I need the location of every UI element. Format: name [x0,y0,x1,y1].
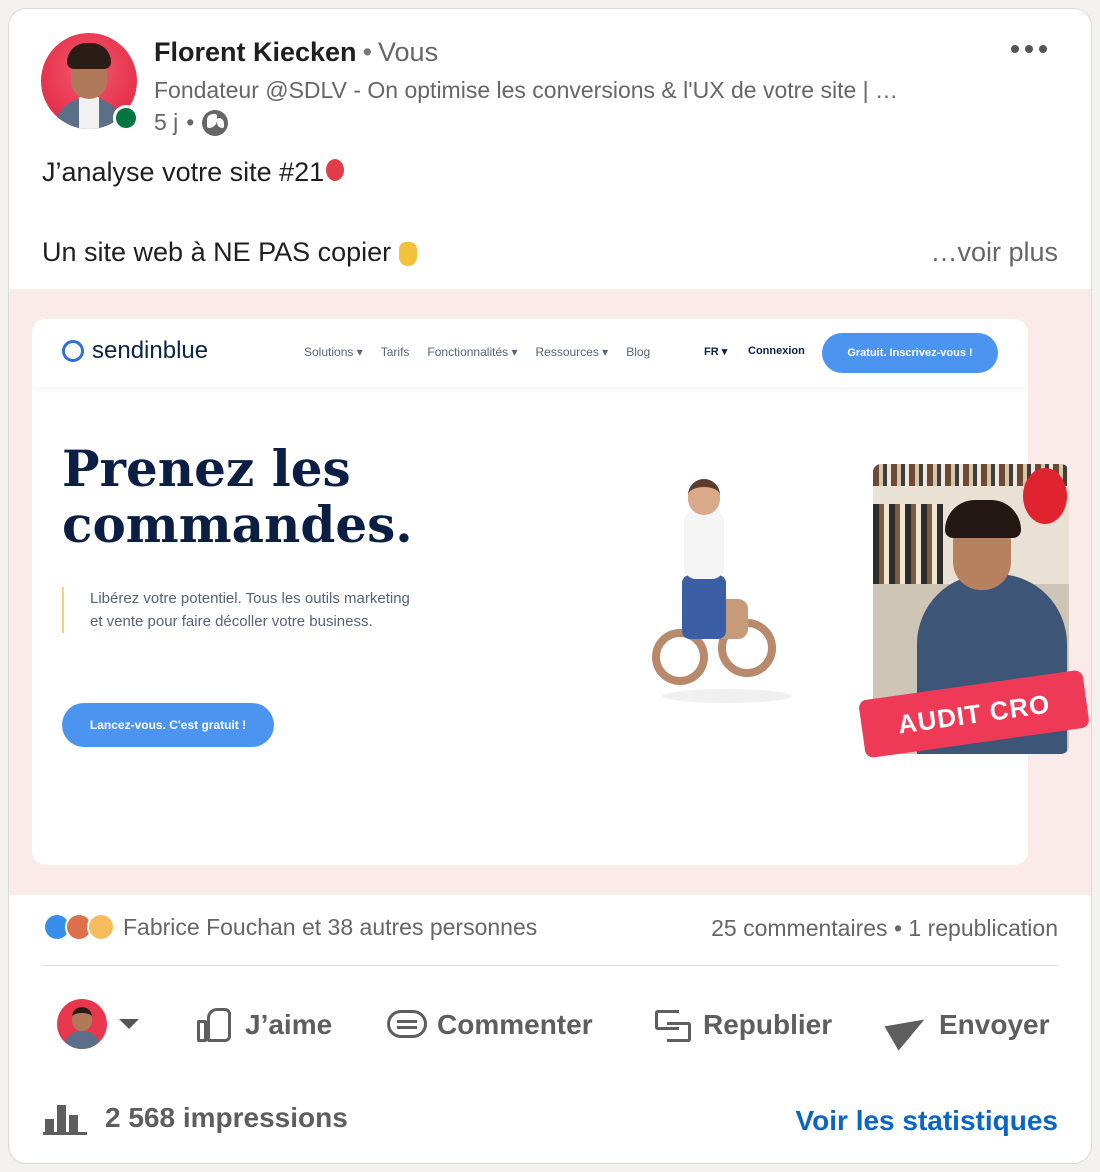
bike-illustration [632,479,812,719]
nav-item: Fonctionnalités ▾ [427,345,518,359]
globe-icon [202,109,229,136]
more-icon[interactable] [1011,39,1055,59]
chart-icon [43,1101,87,1135]
hero-title: Prenez les commandes. [62,439,413,554]
send-label: Envoyer [939,1009,1050,1040]
login-link: Connexion [748,345,805,357]
comment-icon [387,1006,427,1044]
reactions-summary[interactable]: Fabrice Fouchan et 38 autres personnes [43,913,537,941]
nav-item: Blog [626,345,651,359]
actor-avatar[interactable] [57,999,107,1049]
post-text-line-2: Un site web à NE PAS copier [42,237,418,268]
post-time: 5 j [154,109,179,135]
engagement-counts: 25 commentaires • 1 republication [711,915,1058,942]
action-bar: J’aime Commenter Republier Envoyer [9,987,1091,1067]
comment-label: Commenter [437,1009,593,1040]
post-card: Florent Kiecken • Vous Fondateur @SDLV - O… [8,8,1092,1164]
send-icon [887,1005,927,1045]
view-stats-link[interactable]: Voir les statistiques [796,1105,1058,1137]
repost-button[interactable]: Republier [653,1001,832,1049]
brand-logo: sendinblue [62,337,208,365]
author-name[interactable]: Florent Kiecken [154,37,357,67]
chevron-down-icon[interactable] [119,1019,139,1029]
reactions-text: Fabrice Fouchan et 38 autres personnes [123,913,538,940]
repost-label: Republier [703,1009,833,1040]
language-selector: FR ▾ [704,346,728,358]
signup-button: Gratuit. Inscrivez-vous ! [822,333,998,373]
site-nav-items: Solutions ▾ Tarifs Fonctionnalités ▾ Res… [304,345,650,359]
comments-count[interactable]: 25 commentaires [711,915,887,941]
insight-icon [87,913,115,941]
author-headline: Fondateur @SDLV - On optimise les conver… [154,77,899,103]
impressions: 2 568 impressions [43,1101,348,1135]
name-separator: • [362,37,373,67]
reaction-icons [43,913,115,941]
nav-item: Tarifs [380,345,410,359]
time-separator: • [186,109,195,135]
repost-icon [653,1006,691,1044]
nav-item: Ressources ▾ [535,345,609,359]
comment-button[interactable]: Commenter [387,1001,593,1049]
hero-cta-button: Lancez-vous. C'est gratuit ! [62,703,274,747]
site-nav: sendinblue Solutions ▾ Tarifs Fonctionna… [32,319,1028,387]
brand-name: sendinblue [92,337,209,364]
brand-logo-icon [62,340,84,362]
nav-item: Solutions ▾ [304,345,363,359]
impressions-count: 2 568 impressions [105,1102,348,1133]
reposts-count[interactable]: 1 republication [908,915,1058,941]
relation-label: Vous [378,37,439,67]
post-text-line-1: J’analyse votre site #21 [42,157,345,188]
thumb-icon [195,1006,233,1044]
author-line: Florent Kiecken • Vous [154,37,438,68]
author-avatar[interactable] [41,33,139,131]
send-button[interactable]: Envoyer [887,1001,1050,1049]
divider [42,965,1058,966]
pointing-down-icon [399,241,418,266]
see-more-link[interactable]: …voir plus [930,237,1058,268]
online-status-dot [113,105,139,131]
balloon-icon [326,159,345,181]
like-label: J’aime [245,1009,333,1040]
post-media[interactable]: sendinblue Solutions ▾ Tarifs Fonctionna… [9,289,1091,895]
post-meta: 5 j • [154,109,229,136]
like-button[interactable]: J’aime [195,1001,332,1049]
counts-separator: • [893,915,902,941]
hero-subtitle: Libérez votre potentiel. Tous les outils… [62,587,410,633]
